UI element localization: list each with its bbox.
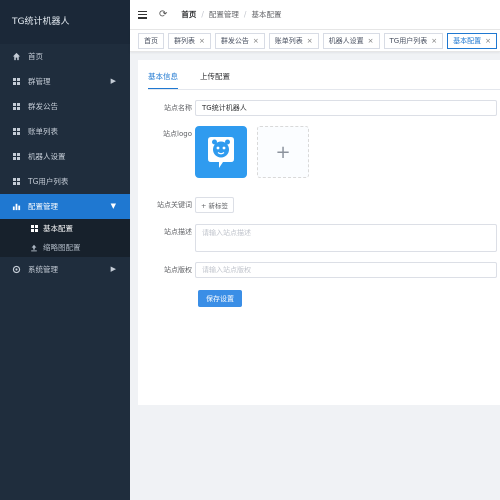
form-row-site-logo: 站点logo + — [138, 126, 309, 178]
submenu-item-thumbnail-config[interactable]: 缩略图配置 — [0, 238, 130, 257]
close-icon[interactable]: × — [253, 37, 259, 45]
robot-logo-icon — [208, 137, 234, 168]
bar-chart-icon — [12, 202, 21, 211]
tab-basic-config[interactable]: 基本配置 × — [447, 32, 497, 49]
tab-label: 账单列表 — [274, 36, 303, 45]
upload-icon — [30, 244, 38, 252]
config-submenu: 基本配置 缩略图配置 — [0, 219, 130, 257]
grid-icon — [12, 102, 21, 111]
grid-icon — [30, 225, 38, 233]
breadcrumb-separator: / — [243, 10, 247, 19]
submenu-item-label: 缩略图配置 — [43, 243, 81, 252]
sidebar-item-system[interactable]: 系统管理 ▶ — [0, 257, 130, 282]
chevron-down-icon: ▼ — [110, 202, 116, 210]
grid-icon — [12, 77, 21, 86]
form-row-description: 站点描述 请输入站点描述 — [138, 224, 497, 252]
form-row-copyright: 站点版权 请输入站点版权 — [138, 262, 497, 278]
submenu-item-basic-config[interactable]: 基本配置 — [0, 219, 130, 238]
new-tag-button[interactable]: + 新标签 — [195, 197, 235, 213]
logo-upload-button[interactable]: + — [257, 126, 309, 178]
sidebar: TG统计机器人 首页 群管理 ▶ 群发公告 账单列表 机器人设置 TG用户列表 — [0, 0, 130, 500]
tab-label: 群发公告 — [220, 36, 249, 45]
save-settings-button[interactable]: 保存设置 — [198, 290, 242, 307]
tab-label: 首页 — [144, 36, 158, 45]
site-description-textarea[interactable]: 请输入站点描述 — [195, 224, 497, 252]
sidebar-item-label: 群发公告 — [28, 102, 58, 111]
breadcrumb-item-home[interactable]: 首页 — [181, 9, 196, 20]
content-tabs: 基本信息 上传配置 — [148, 68, 252, 90]
sidebar-item-robot-settings[interactable]: 机器人设置 — [0, 144, 130, 169]
sidebar-menu: 首页 群管理 ▶ 群发公告 账单列表 机器人设置 TG用户列表 配置管理 ▼ 基… — [0, 44, 130, 282]
sidebar-item-groups[interactable]: 群管理 ▶ — [0, 69, 130, 94]
site-copyright-input[interactable]: 请输入站点版权 — [195, 262, 497, 278]
sidebar-item-label: TG用户列表 — [28, 177, 69, 186]
tab-bills[interactable]: 账单列表 × — [268, 32, 319, 49]
tab-home[interactable]: 首页 — [138, 32, 164, 49]
site-logo-image[interactable] — [195, 126, 247, 178]
site-name-label: 站点名称 — [164, 104, 192, 112]
site-logo-label: 站点logo — [163, 130, 192, 138]
refresh-icon[interactable]: ⟳ — [159, 9, 167, 20]
tab-label: TG用户列表 — [389, 36, 428, 45]
tab-label: 群列表 — [174, 36, 195, 45]
grid-icon — [12, 127, 21, 136]
breadcrumb-separator: / — [201, 10, 204, 19]
tab-group-list[interactable]: 群列表 × — [168, 32, 211, 49]
sidebar-item-announcements[interactable]: 群发公告 — [0, 94, 130, 119]
sidebar-item-label: 账单列表 — [28, 127, 58, 136]
site-keywords-label: 站点关键词 — [157, 201, 192, 209]
sidebar-item-home[interactable]: 首页 — [0, 44, 130, 69]
sidebar-item-label: 首页 — [28, 52, 43, 61]
close-icon[interactable]: × — [368, 37, 374, 45]
tags-view: 首页 群列表 × 群发公告 × 账单列表 × 机器人设置 × TG用户列表 × 基本配置 × — [130, 30, 500, 52]
tab-robot-settings[interactable]: 机器人设置 × — [322, 32, 380, 49]
form-row-site-name: 站点名称 TG统计机器人 — [138, 100, 497, 116]
close-icon[interactable]: × — [485, 37, 491, 45]
app-title: TG统计机器人 — [0, 0, 130, 44]
chevron-right-icon: ▶ — [110, 265, 116, 273]
form-row-keywords: 站点关键词 + 新标签 — [138, 197, 235, 213]
sidebar-item-tg-users[interactable]: TG用户列表 — [0, 169, 130, 194]
sidebar-item-label: 群管理 — [28, 77, 51, 86]
form-row-save: 保存设置 — [198, 290, 242, 307]
tab-basic-info[interactable]: 基本信息 — [148, 68, 178, 90]
hamburger-menu-icon[interactable] — [138, 10, 147, 19]
breadcrumb-item-basic-config: 基本配置 — [251, 10, 282, 19]
chevron-right-icon: ▶ — [110, 77, 116, 85]
site-copyright-label: 站点版权 — [164, 266, 192, 274]
tab-label: 基本配置 — [453, 36, 482, 45]
breadcrumb: 首页 / 配置管理 / 基本配置 — [181, 9, 281, 20]
breadcrumb-item-config: 配置管理 — [208, 10, 239, 19]
top-header: ⟳ 首页 / 配置管理 / 基本配置 — [130, 0, 500, 30]
main-content: 基本信息 上传配置 站点名称 TG统计机器人 站点logo + 站点关键词 + … — [138, 60, 500, 405]
grid-icon — [12, 152, 21, 161]
tab-label: 机器人设置 — [328, 36, 364, 45]
close-icon[interactable]: × — [199, 37, 205, 45]
submenu-item-label: 基本配置 — [43, 224, 73, 233]
grid-icon — [12, 177, 21, 186]
home-icon — [12, 52, 21, 61]
tab-upload-config[interactable]: 上传配置 — [200, 68, 230, 90]
tab-announcements[interactable]: 群发公告 × — [214, 32, 265, 49]
close-icon[interactable]: × — [307, 37, 313, 45]
sidebar-item-label: 机器人设置 — [28, 152, 66, 161]
sidebar-item-label: 系统管理 — [28, 265, 58, 274]
sidebar-item-config[interactable]: 配置管理 ▼ — [0, 194, 130, 219]
sidebar-item-bills[interactable]: 账单列表 — [0, 119, 130, 144]
sidebar-item-label: 配置管理 — [28, 202, 58, 211]
tabs-divider — [148, 89, 500, 90]
site-name-input[interactable]: TG统计机器人 — [195, 100, 497, 116]
tab-tg-users[interactable]: TG用户列表 × — [383, 32, 444, 49]
site-description-label: 站点描述 — [164, 228, 192, 236]
gear-icon — [12, 265, 21, 274]
close-icon[interactable]: × — [431, 37, 437, 45]
